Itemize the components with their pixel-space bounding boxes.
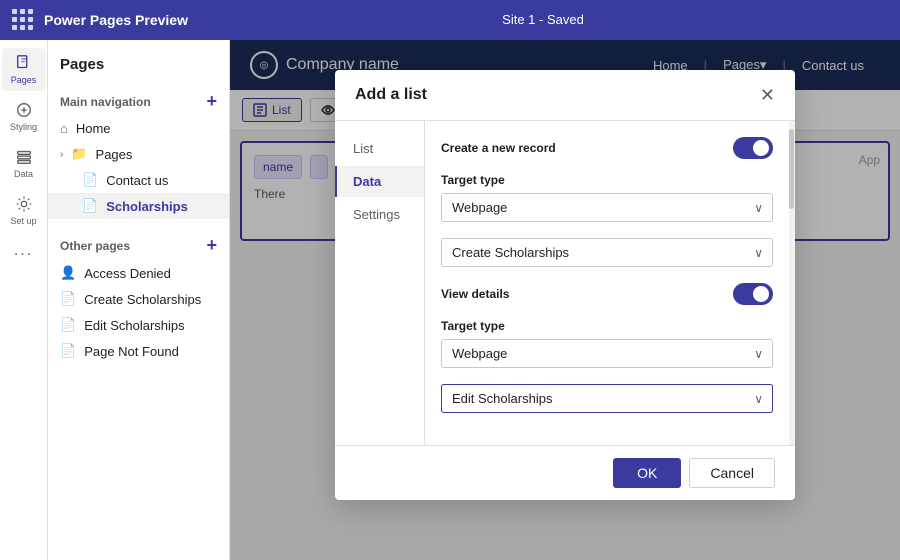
page-icon-3: 📄 <box>60 317 76 333</box>
modal-form-content: Create a new record Target type Webpage … <box>425 121 789 445</box>
active-page-icon: 📄 <box>82 198 98 214</box>
nav-item-access-denied[interactable]: 👤 Access Denied <box>48 260 229 286</box>
modal-header: Add a list ✕ <box>335 70 795 121</box>
site-status: Site 1 - Saved <box>502 12 584 27</box>
modal-overlay: Add a list ✕ List Data Settings <box>230 40 900 560</box>
page-icon-4: 📄 <box>60 343 76 359</box>
user-icon: 👤 <box>60 265 76 281</box>
modal-footer: OK Cancel <box>335 445 795 500</box>
chevron-icon: › <box>60 149 63 160</box>
add-list-modal: Add a list ✕ List Data Settings <box>335 70 795 500</box>
nav-item-pages[interactable]: › 📁 Pages <box>48 141 229 167</box>
modal-scrollbar[interactable] <box>789 121 795 445</box>
main-layout: Pages Styling Data Set up ... Pages Main… <box>0 40 900 560</box>
top-bar: Power Pages Preview Site 1 - Saved <box>0 0 900 40</box>
view-details-label: View details <box>441 287 509 301</box>
create-new-record-label: Create a new record <box>441 141 556 155</box>
other-pages-section: Other pages + <box>48 227 229 260</box>
view-details-row: View details <box>441 283 773 305</box>
nav-item-scholarships[interactable]: 📄 Scholarships ··· <box>48 193 229 219</box>
sidebar-panel: Pages Main navigation + ⌂ Home › 📁 Pages… <box>48 40 230 560</box>
edit-scholarships-row: Edit Scholarships Create Scholarships Ot… <box>441 384 773 413</box>
sidebar-panel-title: Pages <box>60 56 104 73</box>
view-details-toggle[interactable] <box>733 283 773 305</box>
app-title: Power Pages Preview <box>44 12 188 28</box>
nav-item-contact[interactable]: 📄 Contact us <box>48 167 229 193</box>
apps-grid-icon[interactable] <box>12 9 34 31</box>
create-new-record-row: Create a new record <box>441 137 773 159</box>
target-type-2-select-wrapper: Webpage URL <box>441 339 773 368</box>
tab-settings[interactable]: Settings <box>335 199 424 230</box>
content-area: ↖ ◎ Company name Home | Pages▾ | Contact… <box>230 40 900 560</box>
sidebar-icon-styling[interactable]: Styling <box>2 95 46 138</box>
sidebar-panel-header: Pages <box>48 52 229 83</box>
create-scholarships-row: Create Scholarships Edit Scholarships Ot… <box>441 238 773 267</box>
tab-list[interactable]: List <box>335 133 424 164</box>
sidebar-icon-more[interactable]: ... <box>2 236 46 266</box>
nav-item-create-scholarships[interactable]: 📄 Create Scholarships <box>48 286 229 312</box>
target-type-2-select[interactable]: Webpage URL <box>441 339 773 368</box>
nav-item-page-not-found[interactable]: 📄 Page Not Found <box>48 338 229 364</box>
main-nav-section: Main navigation + <box>48 83 229 116</box>
edit-scholarships-select[interactable]: Edit Scholarships Create Scholarships Ot… <box>441 384 773 413</box>
add-main-nav-button[interactable]: + <box>206 91 217 112</box>
page-icon: 📄 <box>82 172 98 188</box>
add-other-pages-button[interactable]: + <box>206 235 217 256</box>
target-type-2-row: Target type Webpage URL <box>441 319 773 368</box>
folder-icon: 📁 <box>71 146 87 162</box>
icon-sidebar: Pages Styling Data Set up ... <box>0 40 48 560</box>
home-icon: ⌂ <box>60 121 68 136</box>
modal-scrollbar-thumb <box>789 129 794 209</box>
create-scholarships-select-wrapper: Create Scholarships Edit Scholarships Ot… <box>441 238 773 267</box>
sidebar-icon-data[interactable]: Data <box>2 142 46 185</box>
edit-scholarships-select-wrapper: Edit Scholarships Create Scholarships Ot… <box>441 384 773 413</box>
target-type-2-label: Target type <box>441 319 773 333</box>
page-icon-2: 📄 <box>60 291 76 307</box>
target-type-1-select-wrapper: Webpage URL <box>441 193 773 222</box>
modal-tabs: List Data Settings <box>335 121 425 445</box>
create-new-record-toggle[interactable] <box>733 137 773 159</box>
modal-title: Add a list <box>355 86 427 104</box>
target-type-1-label: Target type <box>441 173 773 187</box>
nav-item-edit-scholarships[interactable]: 📄 Edit Scholarships <box>48 312 229 338</box>
ok-button[interactable]: OK <box>613 458 681 488</box>
modal-close-button[interactable]: ✕ <box>760 86 775 104</box>
cancel-button[interactable]: Cancel <box>689 458 775 488</box>
nav-item-home[interactable]: ⌂ Home <box>48 116 229 141</box>
modal-body: List Data Settings Create a new record <box>335 121 795 445</box>
create-scholarships-select[interactable]: Create Scholarships Edit Scholarships Ot… <box>441 238 773 267</box>
target-type-1-row: Target type Webpage URL <box>441 173 773 222</box>
sidebar-icon-pages[interactable]: Pages <box>2 48 46 91</box>
target-type-1-select[interactable]: Webpage URL <box>441 193 773 222</box>
tab-data[interactable]: Data <box>335 166 424 197</box>
sidebar-icon-setup[interactable]: Set up <box>2 189 46 232</box>
